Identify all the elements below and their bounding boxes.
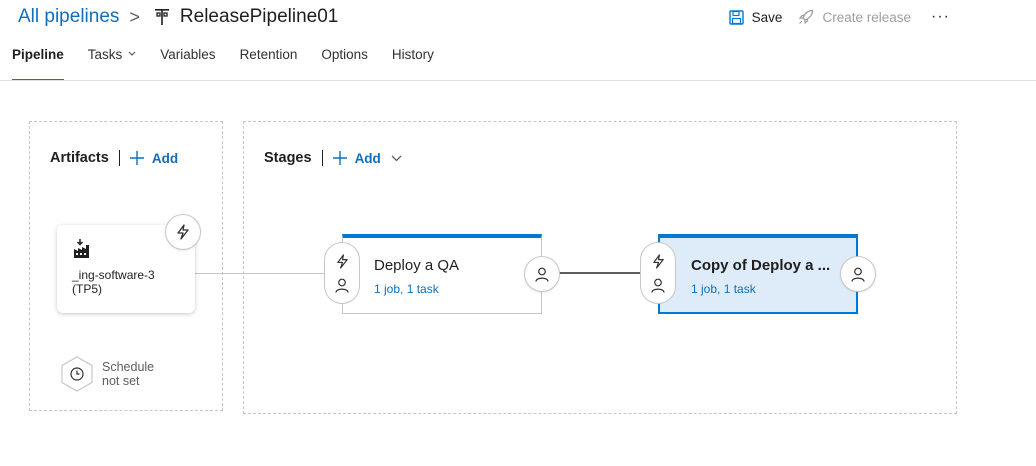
post-deployment-approval-button[interactable] — [524, 256, 560, 292]
tab-options[interactable]: Options — [321, 47, 368, 75]
lightning-icon[interactable] — [651, 253, 666, 269]
artifacts-title: Artifacts — [50, 150, 109, 166]
stage-card-copy-of-deploy[interactable]: Copy of Deploy a ... 1 job, 1 task — [658, 234, 858, 314]
add-stage-label: Add — [354, 150, 381, 166]
save-label: Save — [751, 9, 783, 25]
add-artifact-label: Add — [151, 150, 179, 166]
stage-job-summary-link[interactable]: 1 job, 1 task — [691, 282, 756, 296]
create-release-label: Create release — [822, 9, 912, 25]
add-stage-button[interactable]: Add — [332, 150, 410, 166]
stage-card-deploy-qa[interactable]: Deploy a QA 1 job, 1 task — [342, 234, 542, 314]
clock-icon — [61, 356, 93, 392]
breadcrumb: All pipelines > ReleasePipeline01 — [18, 4, 338, 30]
tab-label: Variables — [160, 47, 216, 62]
divider — [118, 150, 120, 166]
breadcrumb-separator: > — [129, 6, 140, 27]
stages-title: Stages — [264, 150, 312, 166]
artifact-trigger-button[interactable] — [165, 214, 201, 250]
plus-icon — [129, 151, 144, 165]
save-button[interactable]: Save — [728, 9, 783, 25]
all-pipelines-link[interactable]: All pipelines — [18, 6, 119, 28]
person-icon[interactable] — [651, 278, 665, 293]
tab-bar: Pipeline Tasks Variables Retention Optio… — [12, 47, 458, 81]
tab-label: Tasks — [87, 47, 123, 62]
artifacts-header: Artifacts Add — [50, 150, 178, 166]
pre-deployment-conditions[interactable] — [640, 242, 676, 304]
tab-pipeline[interactable]: Pipeline — [12, 47, 64, 81]
stage-connector — [559, 272, 643, 274]
lightning-icon[interactable] — [335, 253, 350, 269]
tab-label: Pipeline — [12, 47, 64, 62]
add-artifact-button[interactable]: Add — [129, 150, 179, 166]
tab-label: Options — [321, 47, 368, 62]
schedule-label: Schedule not set — [102, 360, 155, 388]
plus-icon — [332, 151, 347, 165]
tab-label: History — [391, 47, 434, 62]
tab-divider — [0, 80, 1036, 81]
top-actions: Save Create release ··· — [728, 6, 1036, 28]
lightning-icon — [177, 224, 189, 240]
person-icon[interactable] — [335, 278, 349, 293]
tab-history[interactable]: History — [392, 47, 434, 75]
tab-label: Retention — [239, 47, 298, 62]
build-artifact-icon — [74, 239, 89, 258]
stage-name: Deploy a QA — [374, 257, 460, 274]
tab-variables[interactable]: Variables — [160, 47, 215, 75]
person-icon — [851, 267, 865, 282]
stage-name: Copy of Deploy a ... — [691, 257, 831, 274]
pipeline-name[interactable]: ReleasePipeline01 — [180, 6, 338, 28]
chevron-down-icon — [391, 155, 402, 161]
person-icon — [535, 267, 549, 282]
save-icon — [728, 9, 744, 25]
create-release-button[interactable]: Create release — [798, 9, 911, 25]
post-deployment-approval-button[interactable] — [840, 256, 876, 292]
schedule-button[interactable]: Schedule not set — [60, 356, 166, 392]
rocket-icon — [799, 9, 814, 25]
more-actions-button[interactable]: ··· — [931, 8, 950, 26]
tab-retention[interactable]: Retention — [240, 47, 298, 75]
stages-header: Stages Add — [264, 150, 410, 166]
stage-job-summary-link[interactable]: 1 job, 1 task — [374, 282, 439, 296]
pre-deployment-conditions[interactable] — [324, 242, 360, 304]
pipeline-icon — [154, 9, 169, 25]
chevron-down-icon — [128, 51, 136, 56]
tab-tasks[interactable]: Tasks — [88, 47, 137, 75]
divider — [321, 150, 323, 166]
artifact-name: _ing-software-3 (TP5) — [72, 268, 155, 296]
